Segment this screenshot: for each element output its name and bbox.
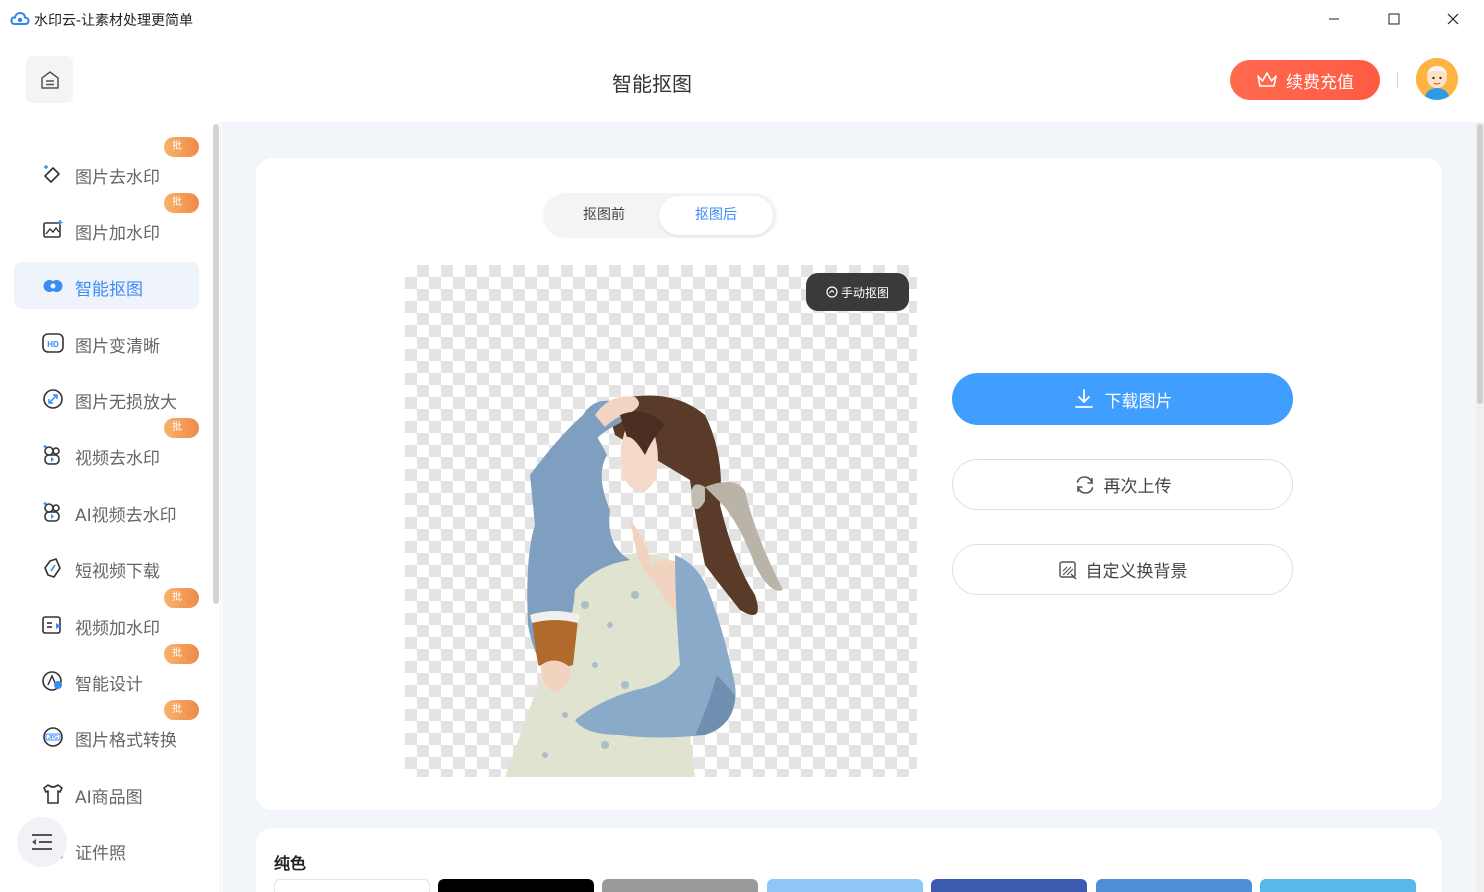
renew-label: 续费充值 (1286, 72, 1354, 93)
user-avatar-icon (1416, 58, 1458, 100)
batch-badge: 批量 (164, 588, 199, 623)
sidebar-item-label: 智能抠图 (75, 280, 143, 300)
color-swatch-light-blue[interactable] (767, 879, 923, 892)
jpg-icon: JPG (43, 727, 63, 747)
menu-collapse-icon (32, 834, 52, 850)
sidebar-item-format-convert[interactable]: JPG 图片格式转换 批量 (14, 700, 199, 760)
enlarge-icon (43, 389, 63, 409)
video-eraser-icon (43, 445, 60, 465)
link-icon (44, 558, 61, 578)
design-icon (42, 671, 62, 691)
batch-badge: 批量 (164, 193, 199, 228)
image-add-icon (43, 220, 63, 238)
sidebar-item-video-watermark-add[interactable]: 视频加水印 批量 (14, 588, 199, 648)
color-swatch-black[interactable] (438, 879, 594, 892)
edit-circle-icon (826, 286, 838, 298)
close-button[interactable] (1442, 8, 1464, 30)
before-after-toggle: 抠图前 抠图后 (543, 193, 777, 238)
cutout-card: 抠图前 抠图后 手动抠图 下载图片 再次上传 自定义换背景 (256, 158, 1442, 810)
ai-video-eraser-icon (43, 502, 60, 522)
cutout-icon (43, 280, 63, 292)
batch-badge: 批量 (164, 137, 199, 172)
sidebar-item-label: 视频加水印 (75, 619, 160, 639)
manual-cutout-label: 手动抠图 (840, 285, 889, 300)
shirt-icon (43, 784, 63, 804)
sidebar-item-label: 图片格式转换 (75, 731, 177, 751)
svg-text:HD: HD (47, 340, 59, 349)
minimize-button[interactable] (1323, 8, 1345, 30)
color-swatch-blue[interactable] (1096, 879, 1252, 892)
main-scrollbar[interactable] (1476, 122, 1484, 892)
download-image-button[interactable]: 下载图片 (952, 373, 1293, 425)
renew-button[interactable]: 续费充值 (1230, 60, 1380, 100)
reupload-label: 再次上传 (1103, 477, 1172, 497)
svg-text:JPG: JPG (48, 735, 58, 741)
tab-before[interactable]: 抠图前 (547, 196, 661, 235)
sidebar-item-label: 图片去水印 (75, 168, 160, 188)
sidebar-item-label: AI商品图 (75, 788, 143, 808)
window-titlebar: 水印云-让素材处理更简单 (0, 0, 1484, 38)
sidebar-item-label: 图片无损放大 (75, 393, 177, 413)
refresh-icon (1076, 475, 1093, 494)
color-swatch-white[interactable] (274, 879, 430, 892)
main-area: 抠图前 抠图后 手动抠图 下载图片 再次上传 自定义换背景 纯色 (222, 122, 1476, 892)
header-divider (1397, 72, 1398, 88)
hd-icon: HD (42, 333, 64, 353)
cutout-person-image (505, 395, 783, 777)
eraser-icon (44, 165, 60, 183)
video-add-icon (42, 616, 61, 634)
avatar[interactable] (1416, 58, 1458, 100)
sidebar-item-smart-design[interactable]: 智能设计 批量 (14, 644, 199, 704)
reupload-button[interactable]: 再次上传 (952, 459, 1293, 510)
page-title: 智能抠图 (612, 72, 692, 96)
manual-cutout-button[interactable]: 手动抠图 (806, 273, 909, 311)
sidebar-item-short-video-download[interactable]: 短视频下载 (14, 544, 199, 591)
sidebar-item-image-watermark-add[interactable]: 图片加水印 批量 (14, 193, 199, 253)
custom-background-button[interactable]: 自定义换背景 (952, 544, 1293, 595)
sidebar-item-label: 图片加水印 (75, 224, 160, 244)
sidebar-item-label: 视频去水印 (75, 449, 160, 469)
batch-badge: 批量 (164, 418, 199, 453)
sidebar-item-image-enlarge[interactable]: 图片无损放大 (14, 375, 199, 422)
close-icon (1447, 13, 1459, 25)
maximize-icon (1388, 13, 1400, 25)
crown-icon (1257, 72, 1277, 87)
color-swatch-sky-blue[interactable] (1260, 879, 1416, 892)
background-edit-icon (1058, 560, 1077, 580)
maximize-button[interactable] (1383, 8, 1405, 30)
sidebar-item-smart-cutout[interactable]: 智能抠图 (14, 262, 199, 309)
solid-color-title: 纯色 (274, 854, 307, 873)
sidebar-item-label: 证件照 (75, 844, 126, 864)
sidebar-item-ai-product-image[interactable]: AI商品图 (14, 770, 199, 817)
sidebar-item-label: 图片变清晰 (75, 337, 160, 357)
sidebar-scrollbar[interactable] (213, 124, 219, 604)
download-icon (1074, 389, 1093, 408)
window-title: 水印云-让素材处理更简单 (34, 13, 194, 29)
sidebar-item-label: 智能设计 (75, 675, 143, 695)
sidebar-item-image-watermark-remove[interactable]: 图片去水印 批量 (14, 137, 199, 197)
main-scrollbar-thumb[interactable] (1477, 124, 1483, 404)
sidebar-item-label: AI视频去水印 (75, 506, 177, 526)
batch-badge: 批量 (164, 644, 199, 679)
cutout-preview: 手动抠图 (405, 265, 917, 777)
cloud-logo-icon (10, 11, 30, 25)
sidebar-item-label: 短视频下载 (75, 562, 160, 582)
background-color-panel: 纯色 (256, 828, 1442, 892)
sidebar-item-image-enhance[interactable]: HD 图片变清晰 (14, 319, 199, 366)
batch-badge: 批量 (164, 700, 199, 735)
sidebar-item-ai-video-watermark-remove[interactable]: AI视频去水印 (14, 488, 199, 535)
sidebar-item-video-watermark-remove[interactable]: 视频去水印 批量 (14, 418, 199, 478)
color-swatch-navy[interactable] (931, 879, 1087, 892)
color-swatch-gray[interactable] (602, 879, 758, 892)
minimize-icon (1329, 18, 1339, 20)
download-label: 下载图片 (1104, 391, 1173, 412)
sidebar-collapse-button[interactable] (17, 817, 67, 867)
custom-background-label: 自定义换背景 (1085, 562, 1188, 582)
sidebar: 图片去水印 批量 图片加水印 批量 智能抠图 HD 图片变清晰 图片无损放大 视… (0, 122, 221, 892)
tab-after[interactable]: 抠图后 (659, 196, 773, 235)
app-header: 智能抠图 续费充值 (0, 38, 1476, 122)
